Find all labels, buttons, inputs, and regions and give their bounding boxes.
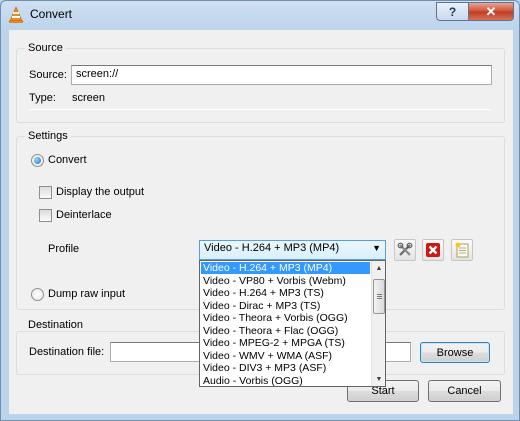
source-label: Source: [29,69,67,81]
profile-select[interactable]: Video - H.264 + MP3 (MP4) ▼ [199,240,386,260]
vlc-cone-icon [8,6,24,23]
type-value: screen [72,92,106,104]
profile-option[interactable]: Video - Theora + Vorbis (OGG) [201,312,370,324]
settings-group-title: Settings [25,130,71,142]
delete-icon [426,243,440,257]
dump-raw-radio[interactable] [31,288,44,301]
new-profile-button[interactable] [451,239,473,261]
display-output-label[interactable]: Display the output [56,186,144,198]
title-bar: Convert ? ✕ [1,1,519,29]
close-button[interactable]: ✕ [468,2,514,21]
profile-selected-value: Video - H.264 + MP3 (MP4) [204,242,340,254]
dump-raw-label[interactable]: Dump raw input [48,288,125,300]
cancel-button[interactable]: Cancel [428,380,501,402]
deinterlace-checkbox[interactable] [39,209,52,222]
convert-dialog: Convert ? ✕ Source Source: screen:// Typ… [0,0,520,421]
profile-option[interactable]: Video - H.264 + MP3 (TS) [201,287,370,299]
profile-option[interactable]: Audio - Vorbis (OGG) [201,375,370,387]
profile-option[interactable]: Video - Dirac + MP3 (TS) [201,300,370,312]
source-separator [29,109,491,110]
display-output-checkbox[interactable] [39,186,52,199]
profile-dropdown-list[interactable]: Video - H.264 + MP3 (MP4) Video - VP80 +… [199,260,386,387]
profile-option[interactable]: Video - H.264 + MP3 (MP4) [201,262,370,274]
window-title: Convert [30,7,73,21]
new-document-icon [455,242,469,258]
profile-option[interactable]: Video - Theora + Flac (OGG) [201,325,370,337]
profile-option[interactable]: Video - VP80 + Vorbis (Webm) [201,275,370,287]
chevron-down-icon: ▼ [372,243,381,253]
profile-label: Profile [48,243,80,255]
browse-button[interactable]: Browse [420,342,490,363]
edit-profile-button[interactable] [394,239,416,261]
help-button[interactable]: ? [436,2,469,21]
profile-option[interactable]: Video - DIV3 + MP3 (ASF) [201,362,370,374]
destination-group-title: Destination [25,319,87,331]
dropdown-scrollbar[interactable]: ▲ ▼ [371,261,385,386]
destination-file-label: Destination file: [29,346,105,358]
convert-label[interactable]: Convert [48,154,87,166]
source-input[interactable]: screen:// [71,65,492,85]
source-group-title: Source [25,42,66,54]
scroll-up-arrow-icon[interactable]: ▲ [372,261,386,275]
type-label: Type: [29,92,56,104]
profile-option[interactable]: Video - WMV + WMA (ASF) [201,350,370,362]
convert-radio[interactable] [31,154,44,167]
scrollbar-thumb[interactable] [373,279,385,314]
tools-icon [397,242,413,256]
delete-profile-button[interactable] [422,239,444,261]
deinterlace-label[interactable]: Deinterlace [56,209,112,221]
profile-option[interactable]: Video - MPEG-2 + MPGA (TS) [201,337,370,349]
source-group [16,48,505,123]
scroll-down-arrow-icon[interactable]: ▼ [372,372,386,386]
